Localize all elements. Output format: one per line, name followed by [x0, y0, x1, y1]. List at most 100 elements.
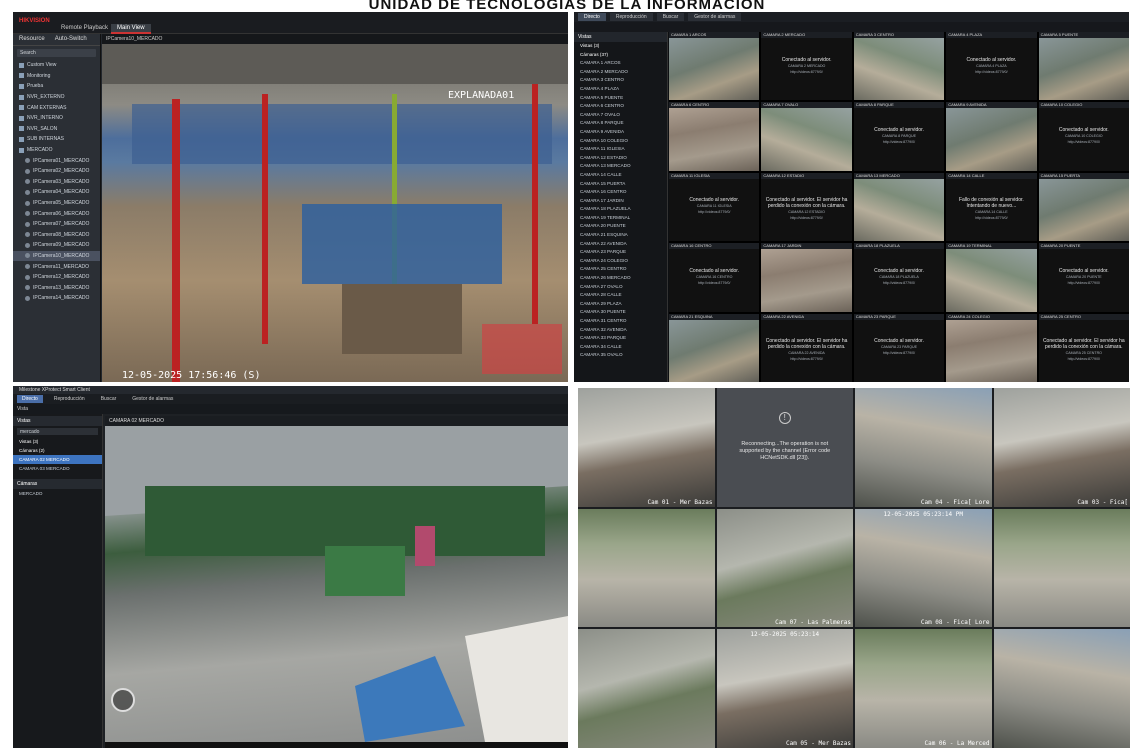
- resource-item[interactable]: IPCamera13_MERCADO: [13, 282, 100, 293]
- tab-remote-playback[interactable]: Remote Playback: [55, 24, 114, 34]
- resource-item[interactable]: Prueba: [13, 81, 100, 92]
- camera-list-item[interactable]: CAMARA 13 MERCADO: [574, 162, 667, 171]
- camera-feed[interactable]: Cam 03 - Fica[: [993, 388, 1130, 507]
- camera-tile[interactable]: CAMARA 18 PLAZUELA Conectado al servidor.…: [853, 243, 945, 312]
- camera-list-item[interactable]: CAMARA 31 CENTRO: [574, 317, 667, 326]
- camera-tile[interactable]: CAMARA 24 COLEGIO: [946, 313, 1037, 382]
- tab-reproduccion[interactable]: Reproducción: [49, 395, 90, 403]
- camera-list-item[interactable]: CAMARA 15 PUERTA: [574, 180, 667, 189]
- camera-list-item[interactable]: CAMARA 17 JARDIN: [574, 197, 667, 206]
- resource-item[interactable]: IPCamera11_MERCADO: [13, 261, 100, 272]
- camera-tile[interactable]: CAMARA 6 CENTRO: [669, 102, 760, 171]
- resource-item[interactable]: CAM EXTERNAS: [13, 102, 100, 113]
- views-group[interactable]: Vistas (3): [13, 437, 102, 446]
- camera-list-item[interactable]: CAMARA 6 CENTRO: [574, 102, 667, 111]
- tab-reproduccion[interactable]: Reproducción: [609, 13, 653, 21]
- camera-tile[interactable]: CAMARA 3 CENTRO: [853, 32, 945, 101]
- camera-tile[interactable]: CAMARA 1 ARCOS: [669, 32, 760, 101]
- resource-item[interactable]: IPCamera02_MERCADO: [13, 166, 100, 177]
- camera-tile[interactable]: CAMARA 9 AVENIDA: [946, 102, 1037, 171]
- cameras-group[interactable]: Cámaras (37): [574, 51, 667, 60]
- views-group[interactable]: Vistas (3): [574, 42, 667, 51]
- camera-list-item[interactable]: CAMARA 34 CALLE: [574, 343, 667, 352]
- camera-tile[interactable]: CAMARA 16 CENTRO Conectado al servidor. CA…: [669, 243, 760, 312]
- views-filter-input[interactable]: mercado: [17, 428, 98, 435]
- camera-list-item[interactable]: CAMARA 14 CALLE: [574, 171, 667, 180]
- camera-list-item[interactable]: CAMARA 18 PLAZUELA: [574, 205, 667, 214]
- camera-list-item[interactable]: CAMARA 2 MERCADO: [574, 68, 667, 77]
- camera-tile[interactable]: CAMARA 23 PARQUE Conectado al servidor. CA…: [853, 313, 945, 382]
- camera-list-item[interactable]: CAMARA 35 OVALO: [574, 351, 667, 360]
- tab-directo[interactable]: Directo: [578, 13, 606, 21]
- camera-tile[interactable]: CAMARA 5 PUENTE: [1038, 32, 1129, 101]
- camera-feed[interactable]: [993, 508, 1130, 628]
- resource-item[interactable]: IPCamera09_MERCADO: [13, 240, 100, 251]
- camera-tile[interactable]: CAMARA 4 PLAZA Conectado al servidor. CAMA…: [946, 32, 1037, 101]
- resource-item[interactable]: SUB INTERNAS: [13, 134, 100, 145]
- resource-item[interactable]: Custom View: [13, 60, 100, 71]
- resource-item[interactable]: IPCamera12_MERCADO: [13, 272, 100, 283]
- camera-list-item[interactable]: CAMARA 28 CALLE: [574, 291, 667, 300]
- tree-item-mercado[interactable]: MERCADO: [13, 489, 102, 498]
- tab-auto-switch[interactable]: Auto-Switch: [55, 36, 87, 43]
- tab-main-view[interactable]: Main View: [111, 24, 151, 34]
- resource-item[interactable]: IPCamera14_MERCADO: [13, 293, 100, 304]
- camera-list-item[interactable]: CAMARA 7 OVALO: [574, 111, 667, 120]
- tab-resource[interactable]: Resource: [19, 36, 45, 43]
- resource-item[interactable]: IPCamera10_MERCADO: [13, 250, 100, 262]
- camera-list-item[interactable]: CAMARA 32 AVENIDA: [574, 326, 667, 335]
- camera-tile[interactable]: CAMARA 25 CENTRO Conectado al servidor. E…: [1038, 313, 1129, 382]
- resource-item[interactable]: IPCamera06_MERCADO: [13, 208, 100, 219]
- resource-item[interactable]: NVR_SALON: [13, 124, 100, 135]
- camera-list-item[interactable]: CAMARA 29 PLAZA: [574, 300, 667, 309]
- camera-list-item[interactable]: CAMARA 12 ESTADIO: [574, 154, 667, 163]
- resource-item[interactable]: IPCamera07_MERCADO: [13, 219, 100, 230]
- tab-gestor-alarmas[interactable]: Gestor de alarmas: [127, 395, 178, 403]
- camera-tile[interactable]: CAMARA 11 IGLESIA Conectado al servidor. C…: [669, 172, 760, 242]
- camera-list-item[interactable]: CAMARA 24 COLEGIO: [574, 257, 667, 266]
- tab-buscar[interactable]: Buscar: [96, 395, 122, 403]
- cameras-group[interactable]: Cámaras (2): [13, 446, 102, 455]
- ptz-control[interactable]: [111, 688, 135, 712]
- camera-tile[interactable]: CAMARA 17 JARDIN: [761, 243, 852, 312]
- camera-list-item[interactable]: CAMARA 27 OVALO: [574, 283, 667, 292]
- tab-gestor-alarmas[interactable]: Gestor de alarmas: [688, 13, 742, 21]
- camera-tile[interactable]: CAMARA 13 MERCADO: [853, 172, 945, 242]
- camera-list-item[interactable]: CAMARA 22 AVENIDA: [574, 240, 667, 249]
- camera-tile[interactable]: CAMARA 12 ESTADIO Conectado al servidor. …: [761, 172, 852, 242]
- resource-item[interactable]: MERCADO: [13, 145, 100, 156]
- camera-list-item[interactable]: CAMARA 9 AVENIDA: [574, 128, 667, 137]
- camera-list-item[interactable]: CAMARA 26 MERCADO: [574, 274, 667, 283]
- live-video-feed[interactable]: EXPLANADA01 12-05-2025 17:56:46 (S): [102, 44, 568, 382]
- camera-list-item[interactable]: CAMARA 33 PARQUE: [574, 334, 667, 343]
- camera-list-item[interactable]: CAMARA 1 ARCOS: [574, 59, 667, 68]
- camera-feed[interactable]: Cam 06 - La Merced: [855, 629, 992, 748]
- camera-feed[interactable]: Cam 07 - Las Palmeras: [716, 508, 853, 628]
- camera-list-item[interactable]: CAMARA 8 PARQUE: [574, 119, 667, 128]
- playback-bar[interactable]: [105, 742, 568, 748]
- camera-tile[interactable]: CAMARA 2 MERCADO Conectado al servidor. CA…: [761, 32, 852, 101]
- camera-tile[interactable]: CAMARA 21 ESQUINA: [669, 313, 760, 382]
- camera-list-item[interactable]: CAMARA 25 CENTRO: [574, 265, 667, 274]
- live-video-feed[interactable]: [105, 426, 568, 742]
- tab-directo[interactable]: Directo: [17, 395, 43, 403]
- camera-tile[interactable]: CAMARA 7 OVALO: [761, 102, 852, 171]
- camera-tile[interactable]: CAMARA 22 AVENIDA Conectado al servidor. …: [761, 313, 852, 382]
- camera-list-item[interactable]: CAMARA 23 PARQUE: [574, 248, 667, 257]
- resource-item[interactable]: NVR_EXTERNO: [13, 92, 100, 103]
- camera-feed[interactable]: ! Reconnecting...The operation is not sup…: [716, 388, 853, 507]
- camera-tile[interactable]: CAMARA 14 CALLE Fallo de conexión al serv…: [946, 172, 1037, 242]
- camera-tile[interactable]: CAMARA 20 PUENTE Conectado al servidor. CA…: [1038, 243, 1129, 312]
- camera-feed[interactable]: Cam 01 - Mer Bazas: [578, 388, 715, 507]
- resource-item[interactable]: IPCamera08_MERCADO: [13, 230, 100, 241]
- camera-list-item[interactable]: CAMARA 10 COLEGIO: [574, 137, 667, 146]
- camera-row-03[interactable]: CAMARA 03 MERCADO: [13, 464, 102, 473]
- camera-feed[interactable]: [578, 629, 715, 748]
- camera-list-item[interactable]: CAMARA 19 TERMINAL: [574, 214, 667, 223]
- camera-list-item[interactable]: CAMARA 4 PLAZA: [574, 85, 667, 94]
- resource-search-input[interactable]: Search: [17, 49, 96, 57]
- camera-list-item[interactable]: CAMARA 30 PUENTE: [574, 308, 667, 317]
- camera-list-item[interactable]: CAMARA 21 ESQUINA: [574, 231, 667, 240]
- camera-feed[interactable]: 12-05-2025 05:23:14 Cam 05 - Mer Bazas: [716, 629, 853, 748]
- tab-buscar[interactable]: Buscar: [656, 13, 685, 21]
